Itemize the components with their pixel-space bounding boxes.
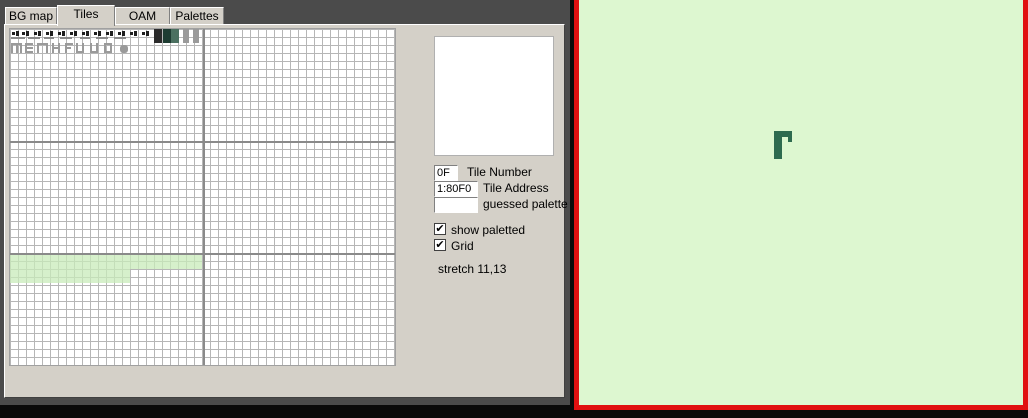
show-paletted-label: show paletted bbox=[451, 223, 526, 237]
tile-grid[interactable] bbox=[9, 28, 396, 366]
tab-palettes[interactable]: Palettes bbox=[170, 7, 224, 25]
tile-highlight-row bbox=[10, 255, 202, 269]
show-paletted-checkbox[interactable]: ✔ bbox=[434, 223, 446, 235]
guessed-palette-field[interactable] bbox=[434, 197, 478, 213]
tile-highlight-row bbox=[10, 269, 130, 283]
grid-divider-horizontal bbox=[10, 253, 395, 255]
player-sprite bbox=[774, 131, 792, 159]
tab-oam[interactable]: OAM bbox=[115, 7, 170, 25]
tile-preview bbox=[434, 36, 554, 156]
guessed-palette-label: guessed palette bbox=[483, 197, 568, 211]
tile-address-label: Tile Address bbox=[483, 181, 549, 195]
tile-number-label: Tile Number bbox=[467, 165, 532, 179]
tab-tiles[interactable]: Tiles bbox=[57, 5, 115, 26]
stretch-readout: stretch 11,13 bbox=[438, 262, 507, 276]
loaded-tiles-graphics bbox=[11, 29, 199, 53]
grid-divider-vertical bbox=[203, 29, 205, 365]
grid-divider-horizontal bbox=[10, 141, 395, 143]
tile-address-field[interactable]: 1:80F0 bbox=[434, 181, 478, 197]
emulator-screen[interactable] bbox=[574, 0, 1028, 410]
tile-number-field[interactable]: 0F bbox=[434, 165, 458, 181]
tab-bg-map[interactable]: BG map bbox=[5, 7, 57, 25]
grid-checkbox[interactable]: ✔ bbox=[434, 239, 446, 251]
grid-label: Grid bbox=[451, 239, 474, 253]
vram-viewer-window: BG map Tiles OAM Palettes 0F Tile Number… bbox=[0, 0, 570, 405]
